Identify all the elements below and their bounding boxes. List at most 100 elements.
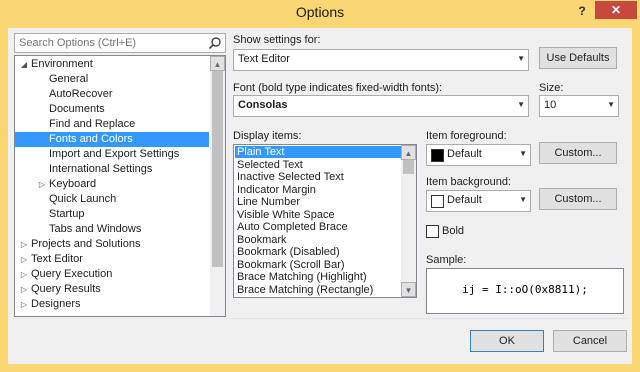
chevron-down-icon: ▼ <box>517 100 525 109</box>
tree-item[interactable]: ▷ Text Editor <box>15 252 209 267</box>
display-items-list[interactable]: Plain Text Selected Text Inactive Selected… <box>233 144 417 298</box>
tree-item[interactable]: ▷ Query Execution <box>15 267 209 282</box>
collapsed-arrow-icon[interactable]: ▷ <box>19 297 29 312</box>
scroll-up-icon[interactable]: ▲ <box>210 56 225 71</box>
sample-text: ij = I::oO(0x8811); <box>462 283 588 296</box>
display-item[interactable]: Selected Text <box>235 159 401 171</box>
ok-button[interactable]: OK <box>470 330 544 352</box>
size-label: Size: <box>539 82 564 94</box>
item-foreground-label: Item foreground: <box>426 130 507 142</box>
footer-divider <box>230 318 628 319</box>
tree-item[interactable]: ▷ Designers <box>15 297 209 312</box>
foreground-custom-button[interactable]: Custom... <box>539 142 617 164</box>
display-items-label: Display items: <box>233 130 302 142</box>
cancel-button[interactable]: Cancel <box>553 330 627 352</box>
window-title: Options <box>295 4 345 20</box>
collapsed-arrow-icon[interactable]: ▷ <box>19 267 29 282</box>
tree-item[interactable]: Tabs and Windows <box>15 222 209 237</box>
display-item[interactable]: Plain Text <box>235 146 401 158</box>
collapsed-arrow-icon[interactable]: ▷ <box>19 282 29 297</box>
title-bar[interactable]: Options ? ✕ <box>0 0 640 28</box>
chevron-down-icon: ▼ <box>519 195 527 204</box>
chevron-down-icon: ▼ <box>519 149 527 158</box>
scroll-thumb[interactable] <box>403 160 414 174</box>
size-dropdown[interactable]: 10 ▼ <box>539 95 619 117</box>
tree-item-label: Text Editor <box>31 253 83 265</box>
tree-item-label: Startup <box>49 208 85 220</box>
close-button[interactable]: ✕ <box>595 1 637 19</box>
tree-item-label: Designers <box>31 298 81 310</box>
help-button[interactable]: ? <box>572 2 592 22</box>
use-defaults-button[interactable]: Use Defaults <box>539 47 617 69</box>
background-custom-button[interactable]: Custom... <box>539 188 617 210</box>
list-scrollbar[interactable]: ▲ ▼ <box>401 145 416 297</box>
collapsed-arrow-icon[interactable]: ▷ <box>37 177 47 192</box>
display-item[interactable]: Brace Matching (Rectangle) <box>235 284 401 296</box>
tree-item-label: General <box>49 73 89 85</box>
tree-item[interactable]: General <box>15 72 209 87</box>
display-item[interactable]: Indicator Margin <box>235 184 401 196</box>
tree-item-label: Fonts and Colors <box>49 133 133 145</box>
tree-item[interactable]: Find and Replace <box>15 117 209 132</box>
tree-item-label: Quick Launch <box>49 193 117 205</box>
options-tree[interactable]: ◢ Environment General AutoRecover Documents F… <box>14 55 226 317</box>
sample-label: Sample: <box>426 254 467 266</box>
show-settings-value: Text Editor <box>238 53 290 65</box>
display-item[interactable]: Bookmark (Disabled) <box>235 246 401 258</box>
display-item[interactable]: Inactive Selected Text <box>235 171 401 183</box>
item-foreground-value: Default <box>447 148 482 160</box>
chevron-down-icon: ▼ <box>607 100 615 109</box>
tree-item[interactable]: ◢ Environment <box>15 57 209 72</box>
collapsed-arrow-icon[interactable]: ▷ <box>19 237 29 252</box>
tree-item-label: Keyboard <box>49 178 97 190</box>
tree-item[interactable]: International Settings <box>15 162 209 177</box>
scroll-up-icon[interactable]: ▲ <box>401 145 416 160</box>
options-dialog: Options ? ✕ ◢EnvironmentGeneralAutoRecov… <box>0 0 640 372</box>
display-item[interactable]: Bookmark (Scroll Bar) <box>235 259 401 271</box>
search-input[interactable] <box>17 34 205 52</box>
collapsed-arrow-icon[interactable]: ▷ <box>19 252 29 267</box>
display-item[interactable]: Auto Completed Brace <box>235 221 401 233</box>
display-item[interactable]: Brace Matching (Highlight) <box>235 271 401 283</box>
search-box[interactable] <box>14 33 226 53</box>
scroll-thumb[interactable] <box>212 71 223 267</box>
tree-item[interactable]: ▷ Query Results <box>15 282 209 297</box>
bold-checkbox[interactable] <box>426 225 439 238</box>
foreground-color-swatch <box>431 149 444 162</box>
item-background-dropdown[interactable]: Default ▼ <box>426 190 531 212</box>
font-label: Font (bold type indicates fixed-width fo… <box>233 82 443 94</box>
display-item[interactable]: Line Number <box>235 196 401 208</box>
item-foreground-dropdown[interactable]: Default ▼ <box>426 144 531 166</box>
tree-item[interactable]: Documents <box>15 102 209 117</box>
tree-item[interactable]: Quick Launch <box>15 192 209 207</box>
bold-label[interactable]: Bold <box>442 225 464 237</box>
tree-item[interactable]: ▷ Projects and Solutions <box>15 237 209 252</box>
tree-item-label: AutoRecover <box>49 88 113 100</box>
tree-item[interactable]: Fonts and Colors <box>15 132 209 147</box>
tree-item[interactable]: Import and Export Settings <box>15 147 209 162</box>
tree-item[interactable]: ▷ Keyboard <box>15 177 209 192</box>
expanded-arrow-icon[interactable]: ◢ <box>19 57 29 72</box>
show-settings-dropdown[interactable]: Text Editor ▼ <box>233 49 529 71</box>
tree-item-label: Find and Replace <box>49 118 136 130</box>
display-item[interactable]: Visible White Space <box>235 209 401 221</box>
tree-item-label: Tabs and Windows <box>49 223 142 235</box>
tree-scrollbar[interactable]: ▲ <box>210 56 225 316</box>
item-background-label: Item background: <box>426 176 511 188</box>
tree-item-label: Query Execution <box>31 268 113 280</box>
tree-item-label: Import and Export Settings <box>49 148 180 160</box>
background-color-swatch <box>431 195 444 208</box>
sample-preview: ij = I::oO(0x8811); <box>426 268 624 314</box>
tree-item[interactable]: Startup <box>15 207 209 222</box>
search-icon[interactable] <box>208 36 222 50</box>
tree-item[interactable]: AutoRecover <box>15 87 209 102</box>
font-dropdown[interactable]: Consolas ▼ <box>233 95 529 117</box>
show-settings-label: Show settings for: <box>233 34 321 46</box>
chevron-down-icon: ▼ <box>517 54 525 63</box>
tree-item-label: Projects and Solutions <box>31 238 141 250</box>
font-value: Consolas <box>238 99 288 111</box>
display-item[interactable]: Bookmark <box>235 234 401 246</box>
size-value: 10 <box>544 99 557 111</box>
scroll-down-icon[interactable]: ▼ <box>401 282 416 297</box>
tree-item-label: Environment <box>31 58 93 70</box>
